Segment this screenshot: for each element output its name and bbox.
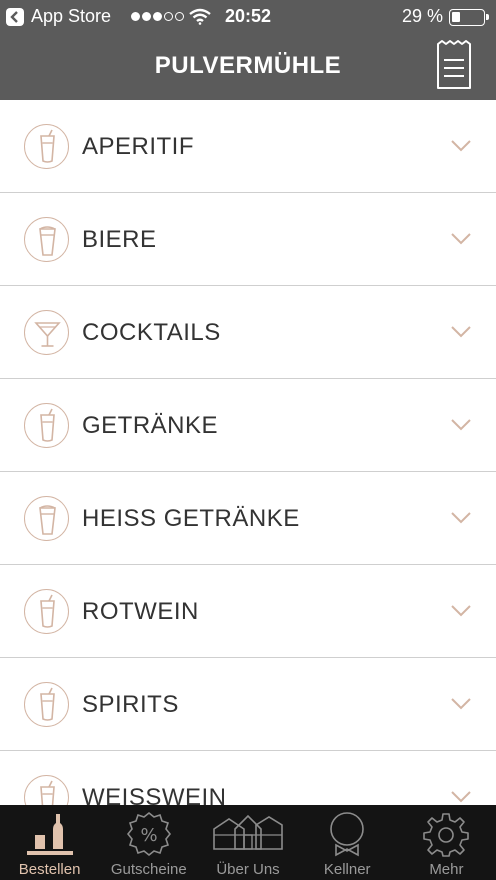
tab-label: Bestellen <box>18 861 81 878</box>
page-title: PULVERMÜHLE <box>154 52 342 79</box>
chevron-down-icon[interactable] <box>451 139 471 157</box>
category-row[interactable]: COCKTAILS <box>0 286 496 379</box>
beer-glass-icon <box>24 217 69 262</box>
tab-label: Über Uns <box>216 861 280 878</box>
receipt-icon[interactable] <box>436 40 472 90</box>
category-row[interactable]: SPIRITS <box>0 658 496 751</box>
chevron-down-icon[interactable] <box>451 697 471 715</box>
category-label: WEISSWEIN <box>82 784 227 805</box>
category-label: GETRÄNKE <box>82 412 219 439</box>
tab-bottles[interactable]: Bestellen <box>0 805 99 880</box>
tab-bar: Bestellen% Gutscheine Über Uns Kellner Mehr <box>0 805 496 880</box>
chevron-down-icon[interactable] <box>451 325 471 343</box>
category-row[interactable]: WEISSWEIN <box>0 751 496 805</box>
glass-icon <box>24 589 69 634</box>
beer-glass-icon <box>24 496 69 541</box>
bottles-icon <box>25 811 75 862</box>
tab-percent-badge[interactable]: % Gutscheine <box>99 805 198 880</box>
nav-bar: PULVERMÜHLE <box>0 34 496 100</box>
tab-label: Mehr <box>429 861 464 878</box>
category-label: ROTWEIN <box>82 598 199 625</box>
tab-label: Kellner <box>323 861 371 878</box>
category-row[interactable]: GETRÄNKE <box>0 379 496 472</box>
category-row[interactable]: APERITIF <box>0 100 496 193</box>
glass-icon <box>24 124 69 169</box>
glass-icon <box>24 775 69 805</box>
category-label: SPIRITS <box>82 691 179 718</box>
tab-houses[interactable]: Über Uns <box>198 805 297 880</box>
houses-icon <box>211 811 285 856</box>
tab-label: Gutscheine <box>110 861 187 878</box>
chevron-down-icon[interactable] <box>451 418 471 436</box>
wifi-icon <box>189 8 211 30</box>
category-label: COCKTAILS <box>82 319 221 346</box>
category-row[interactable]: ROTWEIN <box>0 565 496 658</box>
carrier-label[interactable]: App Store <box>31 6 111 27</box>
tab-gear[interactable]: Mehr <box>397 805 496 880</box>
gear-icon <box>423 811 470 862</box>
back-to-app-icon[interactable] <box>6 8 24 26</box>
glass-icon <box>24 682 69 727</box>
tab-waiter[interactable]: Kellner <box>298 805 397 880</box>
category-row[interactable]: BIERE <box>0 193 496 286</box>
chevron-down-icon[interactable] <box>451 790 471 805</box>
clock: 20:52 <box>225 6 272 26</box>
chevron-down-icon[interactable] <box>451 232 471 250</box>
status-bar: App Store 20:52 29 % <box>0 0 496 34</box>
chevron-down-icon[interactable] <box>451 604 471 622</box>
battery-percentage: 29 % <box>402 6 444 26</box>
chevron-down-icon[interactable] <box>451 511 471 529</box>
cocktail-glass-icon <box>24 310 69 355</box>
category-label: HEISS GETRÄNKE <box>82 505 300 532</box>
category-list[interactable]: APERITIF BIERE COCKTAILS GETRÄNKE HEISS GETR… <box>0 100 496 805</box>
percent-badge-icon: % <box>125 811 173 862</box>
svg-text:%: % <box>140 825 157 846</box>
waiter-icon <box>327 811 367 862</box>
signal-strength-icon <box>131 12 184 21</box>
category-label: APERITIF <box>82 133 195 160</box>
glass-icon <box>24 403 69 448</box>
category-row[interactable]: HEISS GETRÄNKE <box>0 472 496 565</box>
category-label: BIERE <box>82 226 157 253</box>
battery-icon <box>449 9 489 26</box>
